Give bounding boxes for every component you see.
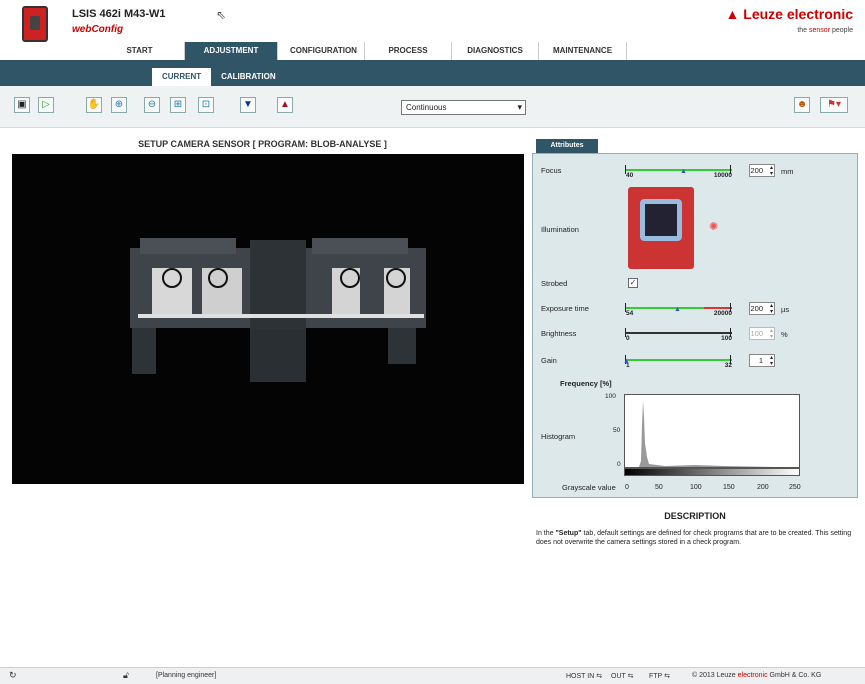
exposure-slider-thumb[interactable]: ▲: [674, 306, 681, 313]
device-name: LSIS 462i M43-W1: [72, 8, 166, 20]
gain-max: 32: [724, 362, 732, 369]
zoom-fit-icon[interactable]: ⊞: [170, 97, 186, 113]
zoom-out-icon[interactable]: ⊖: [144, 97, 160, 113]
brightness-slider: 0 100: [625, 328, 732, 342]
main-nav: START ADJUSTMENT CONFIGURATION PROCESS D…: [95, 42, 627, 60]
tab-diagnostics[interactable]: DIAGNOSTICS: [452, 42, 539, 60]
histogram-ytick-0: 0: [617, 461, 621, 468]
gain-label: Gain: [541, 356, 557, 365]
focus-slider-thumb[interactable]: ▲: [680, 168, 687, 175]
focus-slider[interactable]: ▲ 40 10000: [625, 165, 732, 179]
exposure-max: 20000: [713, 310, 732, 317]
tab-start[interactable]: START: [95, 42, 185, 60]
gain-slider[interactable]: ▲ 1 32: [623, 355, 732, 369]
load-from-device-icon[interactable]: ▲: [277, 97, 293, 113]
brightness-max: 100: [721, 335, 732, 342]
focus-label: Focus: [541, 166, 562, 175]
play-icon[interactable]: ▷: [38, 97, 54, 113]
zoom-actual-icon[interactable]: ⊡: [198, 97, 214, 113]
tab-adjustment[interactable]: ADJUSTMENT: [185, 42, 278, 60]
histogram-xtick-250: 250: [789, 484, 801, 491]
histogram-xtick-200: 200: [757, 484, 769, 491]
brightness-value-field: 100: [749, 327, 775, 340]
histogram-ylabel: Frequency [%]: [560, 379, 612, 388]
exposure-unit: µs: [781, 305, 790, 314]
tab-configuration[interactable]: CONFIGURATION: [278, 42, 365, 60]
focus-min: 40: [626, 172, 634, 179]
tab-current[interactable]: CURRENT: [152, 68, 212, 86]
exposure-label: Exposure time: [541, 304, 589, 313]
brightness-unit: %: [781, 330, 788, 339]
refresh-icon[interactable]: ↻: [9, 670, 17, 681]
histogram-ytick-50: 50: [613, 427, 621, 434]
histogram-ytick-100: 100: [605, 393, 616, 400]
histogram-label: Histogram: [541, 432, 576, 441]
camera-icon[interactable]: ▣: [14, 97, 30, 113]
strobed-checkbox[interactable]: ✓: [628, 278, 638, 288]
setup-title: SETUP CAMERA SENSOR [ PROGRAM: BLOB-ANAL…: [138, 139, 387, 149]
mouse-cursor-icon: ⇖: [216, 8, 227, 22]
focus-unit: mm: [781, 167, 794, 176]
connection-icon: ⇆: [664, 673, 670, 680]
app-name: webConfig: [72, 24, 124, 35]
grayscale-bar: [624, 468, 800, 476]
acquisition-mode-select[interactable]: Continuous: [401, 100, 526, 115]
zoom-in-icon[interactable]: ⊕: [111, 97, 127, 113]
connection-icon: ⇆: [627, 673, 634, 680]
save-to-device-icon[interactable]: ▼: [240, 97, 256, 113]
sub-nav: CURRENT CALIBRATION: [152, 68, 286, 86]
description-title: DESCRIPTION: [664, 511, 726, 521]
strobed-label: Strobed: [541, 279, 568, 288]
illumination-color-icon[interactable]: ✺: [709, 220, 718, 233]
tab-attributes[interactable]: Attributes: [536, 139, 598, 153]
tab-maintenance[interactable]: MAINTENANCE: [539, 42, 627, 60]
exposure-value-field[interactable]: 200: [749, 302, 775, 315]
user-icon[interactable]: ☻: [794, 97, 810, 113]
captured-part-image: [130, 238, 426, 382]
host-in-status: HOST IN ⇆: [566, 673, 603, 680]
illumination-led-image[interactable]: [628, 187, 694, 269]
sub-nav-bar: [0, 60, 865, 86]
illumination-label: Illumination: [541, 225, 579, 234]
language-flag-icon[interactable]: ⚑▾: [820, 97, 848, 113]
focus-value-field[interactable]: 200: [749, 164, 775, 177]
tab-calibration[interactable]: CALIBRATION: [211, 68, 286, 86]
brightness-min: 0: [626, 335, 630, 342]
histogram-xtick-50: 50: [655, 484, 663, 491]
histogram-chart: [639, 401, 775, 467]
copyright: © 2013 Leuze electronic GmbH & Co. KG: [692, 672, 822, 679]
focus-max: 10000: [713, 172, 732, 179]
histogram-xtick-100: 100: [690, 484, 702, 491]
exposure-slider[interactable]: ▲ 54 20000: [625, 303, 732, 317]
connection-icon: ⇆: [596, 673, 603, 680]
histogram-plot: [624, 394, 800, 468]
user-role: [Planning engineer]: [156, 672, 217, 679]
camera-image[interactable]: [12, 154, 524, 484]
ftp-status: FTP ⇆: [649, 673, 670, 680]
histogram-xlabel: Grayscale value: [562, 483, 616, 492]
histogram-xtick-0: 0: [625, 484, 629, 491]
tab-process[interactable]: PROCESS: [365, 42, 452, 60]
out-status: OUT ⇆: [611, 673, 634, 680]
exposure-min: 54: [626, 310, 634, 317]
gain-value-field[interactable]: 1: [749, 354, 775, 367]
hand-icon[interactable]: ✋: [86, 97, 102, 113]
description-text: In the "Setup" tab, default settings are…: [536, 530, 852, 546]
brightness-label: Brightness: [541, 329, 577, 338]
histogram-xtick-150: 150: [723, 484, 735, 491]
brand-logo: ▲ Leuze electronic: [725, 6, 853, 22]
gain-min: 1: [626, 362, 630, 369]
brand-tagline: the sensor people: [797, 27, 853, 34]
lock-icon[interactable]: 🔓︎: [123, 670, 129, 681]
device-image: [22, 6, 48, 42]
